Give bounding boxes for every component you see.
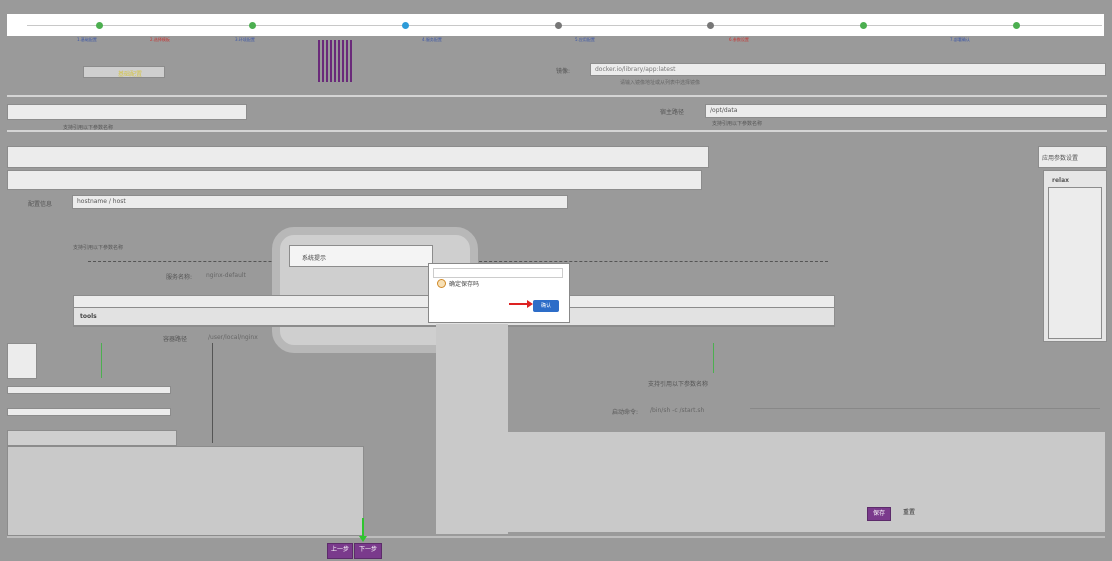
- step-dot-6[interactable]: [860, 22, 867, 29]
- main-label: 宿主路径: [660, 109, 685, 116]
- step-label-2[interactable]: 2.选择模板: [150, 37, 170, 43]
- params-panel-header: 应用参数设置: [1038, 146, 1107, 168]
- green-annotation-arrow: [359, 518, 367, 542]
- small-title: 基础配置: [118, 71, 143, 78]
- command-underline: [750, 408, 1100, 409]
- small-title-box: 基础配置: [83, 66, 165, 78]
- params-subtitle: relax: [1052, 177, 1070, 184]
- right-large-block: [508, 432, 1105, 532]
- dialog-confirm-button[interactable]: 确认: [533, 300, 559, 312]
- config-label: 配置信息: [28, 201, 53, 208]
- stripe-artifact: [318, 40, 352, 82]
- mount-label: 容器路径: [163, 336, 188, 343]
- step-dot-7[interactable]: [1013, 22, 1020, 29]
- dialog-message: 确定保存吗: [449, 281, 480, 288]
- separator: [7, 130, 1107, 132]
- step-label-6[interactable]: 6.参数设置: [729, 37, 749, 43]
- save-button[interactable]: 保存: [867, 507, 891, 521]
- step-dot-5[interactable]: [707, 22, 714, 29]
- next-step-button[interactable]: 下一步: [354, 543, 382, 559]
- tools-title: tools: [80, 313, 97, 320]
- left-bar-2: [7, 408, 171, 416]
- main-input-value: /opt/data: [710, 107, 738, 114]
- config-sub-hint: 支持引用以下参数名称: [73, 245, 124, 251]
- config-hint: 支持引用以下参数名称: [63, 125, 114, 131]
- footer-divider: [7, 536, 1105, 538]
- config-input[interactable]: hostname / host: [72, 195, 568, 209]
- warning-icon: [437, 279, 446, 288]
- center-column: [436, 324, 508, 534]
- params-panel: relax: [1043, 170, 1107, 342]
- step-label-7[interactable]: 7.部署确认: [950, 37, 970, 43]
- step-label-4[interactable]: 4.服务配置: [422, 37, 442, 43]
- config-input-value: hostname / host: [77, 198, 126, 205]
- params-list[interactable]: [1048, 187, 1102, 339]
- step-label-5[interactable]: 5.应用配置: [575, 37, 595, 43]
- step-dot-2[interactable]: [249, 22, 256, 29]
- command-label: 启动命令:: [612, 409, 639, 416]
- accent-line-right: [713, 343, 714, 373]
- step-dot-4[interactable]: [555, 22, 562, 29]
- image-label: 镜像:: [556, 68, 571, 75]
- step-label-3[interactable]: 3.环境配置: [235, 37, 255, 43]
- stepper-labels: 1.基础配置 2.选择模板 3.环境配置 4.服务配置 5.应用配置 6.参数设…: [7, 36, 1104, 43]
- red-annotation-arrow: [509, 300, 533, 308]
- confirm-dialog: 确定保存吗 确认: [428, 263, 570, 323]
- service-value: nginx-default: [206, 272, 246, 279]
- left-footer-block: [7, 430, 177, 446]
- left-bar-1: [7, 386, 171, 394]
- params-panel-title: 应用参数设置: [1042, 155, 1079, 162]
- step-dot-3[interactable]: [402, 22, 409, 29]
- image-input-value: docker.io/library/app:latest: [595, 66, 676, 73]
- prev-step-button[interactable]: 上一步: [327, 543, 353, 559]
- reset-button[interactable]: 重置: [898, 507, 920, 519]
- accent-line: [101, 343, 102, 378]
- step-dot-1[interactable]: [96, 22, 103, 29]
- prompt-header-box: 系统提示: [289, 245, 433, 267]
- service-label: 服务名称:: [166, 274, 193, 281]
- left-stub-panel: [7, 343, 37, 379]
- main-hint: 支持引用以下参数名称: [712, 121, 763, 127]
- image-input[interactable]: docker.io/library/app:latest: [590, 63, 1106, 76]
- left-large-block: [7, 446, 364, 536]
- stepper-track: [27, 25, 1102, 26]
- step-label-1[interactable]: 1.基础配置: [77, 37, 97, 43]
- main-input[interactable]: /opt/data: [705, 104, 1107, 118]
- prompt-header: 系统提示: [302, 255, 327, 262]
- image-hint: 请输入镜像地址或从列表中选择镜像: [620, 80, 701, 86]
- mount-value: /user/local/nginx: [208, 334, 258, 341]
- panel-header-strip: [7, 146, 709, 168]
- param-hint-right: 支持引用以下参数名称: [648, 381, 709, 388]
- dialog-title-bar: [433, 268, 563, 278]
- separator: [7, 95, 1107, 97]
- panel-header-strip-2: [7, 170, 702, 190]
- divider-line: [212, 343, 213, 443]
- left-field-1[interactable]: [7, 104, 247, 120]
- progress-stepper: [7, 14, 1104, 36]
- command-value: /bin/sh -c /start.sh: [650, 407, 705, 414]
